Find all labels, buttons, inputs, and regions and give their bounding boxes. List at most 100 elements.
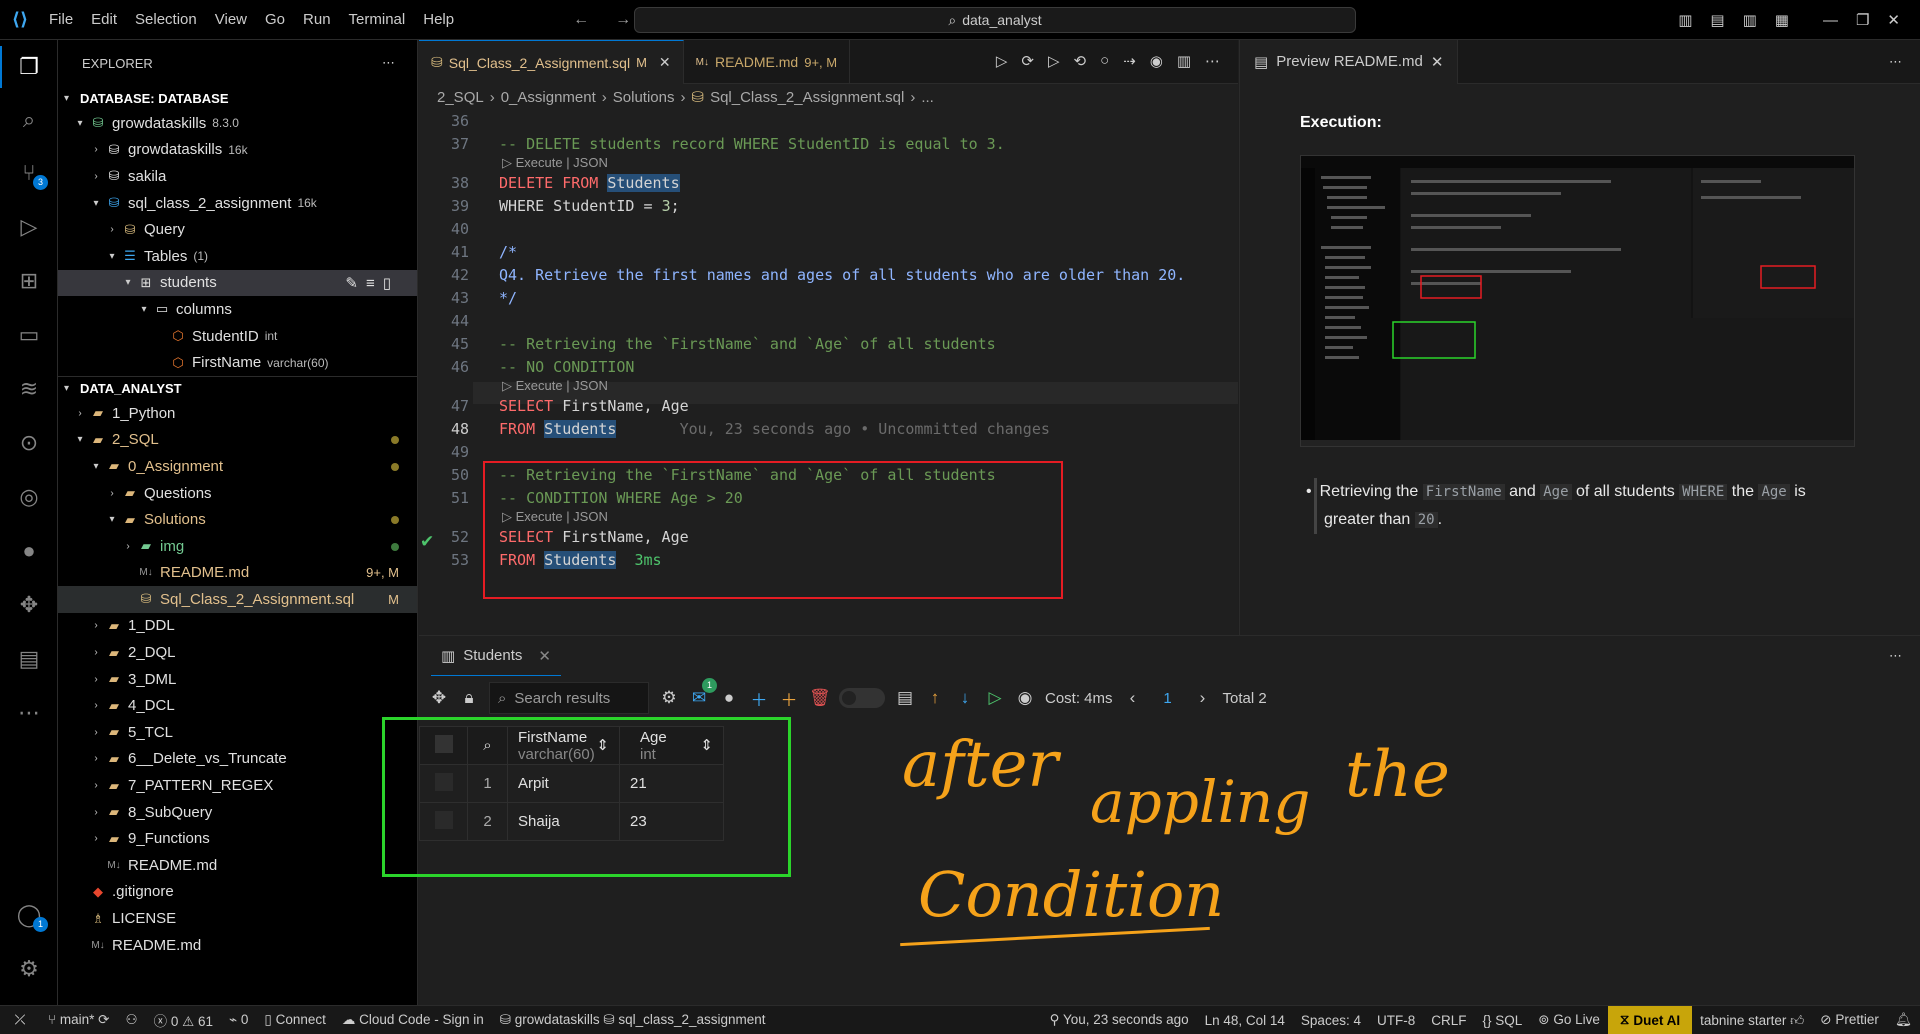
back-arrow-icon[interactable]: ← bbox=[573, 11, 589, 29]
tree-item-file-active[interactable]: ⛁ Sql_Class_2_Assignment.sql M bbox=[58, 586, 417, 613]
search-icon[interactable]: ⌕ bbox=[14, 105, 44, 135]
tree-item-tables[interactable]: ▾ ☰ Tables (1) bbox=[58, 243, 417, 270]
more-actions-icon[interactable]: ⋯ bbox=[1889, 648, 1902, 664]
copilot-icon[interactable]: ◉ bbox=[1150, 52, 1163, 70]
settings-gear-icon[interactable]: ⚙ bbox=[659, 688, 679, 708]
tab-students-results[interactable]: ▥ Students ✕ bbox=[431, 636, 561, 676]
tree-item-folder[interactable]: ▾ ▰ Solutions bbox=[58, 506, 417, 533]
step-icon[interactable]: ○ bbox=[1100, 52, 1109, 70]
minimize-icon[interactable]: — bbox=[1823, 12, 1838, 29]
database-icon[interactable]: ≋ bbox=[14, 374, 44, 404]
menu-edit[interactable]: Edit bbox=[82, 11, 126, 28]
toggle-sidebar-icon[interactable]: ▥ bbox=[1678, 11, 1692, 29]
run-query-icon[interactable]: ▷ bbox=[996, 52, 1008, 70]
source-control-icon[interactable]: ⑂ 3 bbox=[14, 158, 48, 190]
tree-item-database[interactable]: › ⛁ growdataskills 16k bbox=[58, 137, 417, 164]
tree-item-folder[interactable]: ▾ ▰ 0_Assignment bbox=[58, 453, 417, 480]
move-icon[interactable]: ✥ bbox=[429, 688, 449, 708]
edit-pencil-icon[interactable]: ✎ bbox=[345, 275, 366, 292]
menu-file[interactable]: File bbox=[40, 11, 82, 28]
lock-icon[interactable]: 🔒︎ bbox=[459, 688, 479, 708]
db-connection[interactable]: ⛁ growdataskills ⛁ sql_class_2_assignmen… bbox=[492, 1012, 774, 1028]
breadcrumb-item[interactable]: 2_SQL bbox=[437, 89, 484, 106]
tree-item-file[interactable]: ◆ .gitignore bbox=[58, 879, 417, 906]
menu-terminal[interactable]: Terminal bbox=[340, 11, 415, 28]
indentation[interactable]: Spaces: 4 bbox=[1293, 1013, 1369, 1028]
arrow-down-icon[interactable]: ↓ bbox=[955, 688, 975, 708]
breadcrumb-item[interactable]: 0_Assignment bbox=[501, 89, 596, 106]
toggle-secondary-sidebar-icon[interactable]: ▥ bbox=[1743, 11, 1757, 29]
problems[interactable]: ⓧ 0 ⚠ 61 bbox=[146, 1010, 221, 1030]
new-file-icon[interactable]: ▯ bbox=[383, 275, 399, 292]
prettier[interactable]: ⊘ Prettier bbox=[1812, 1012, 1887, 1028]
go-live[interactable]: ⊚ Go Live bbox=[1530, 1012, 1608, 1028]
tree-item-column[interactable]: ⬡ StudentID int bbox=[58, 323, 417, 350]
add-icon[interactable]: ＋ bbox=[779, 686, 799, 711]
arrow-up-icon[interactable]: ↑ bbox=[925, 688, 945, 708]
tree-item-database[interactable]: › ⛁ sakila bbox=[58, 163, 417, 190]
tree-item-column[interactable]: ⬡ FirstName varchar(60) bbox=[58, 349, 417, 376]
explorer-icon[interactable]: ❐ bbox=[14, 52, 44, 82]
tree-item-database[interactable]: ▾ ⛁ sql_class_2_assignment 16k bbox=[58, 190, 417, 217]
menu-go[interactable]: Go bbox=[256, 11, 294, 28]
cursor-position[interactable]: Ln 48, Col 14 bbox=[1197, 1013, 1293, 1028]
language-mode[interactable]: {} SQL bbox=[1474, 1013, 1530, 1028]
codelens-execute[interactable]: ▷ Execute | JSON bbox=[502, 378, 608, 394]
dependencies-icon[interactable]: ✥ bbox=[14, 590, 44, 620]
github-icon[interactable]: ● bbox=[719, 688, 739, 708]
database-section-header[interactable]: ▾ DATABASE: DATABASE bbox=[58, 86, 417, 110]
toggle-panel-icon[interactable]: ▤ bbox=[1710, 11, 1724, 29]
more-views-icon[interactable]: ⋯ bbox=[14, 698, 44, 728]
branch[interactable]: ⑂ main* ⟳ bbox=[40, 1012, 117, 1028]
docker-icon[interactable]: ◎ bbox=[14, 482, 44, 512]
git-graph-icon[interactable]: ⊙ bbox=[14, 428, 44, 458]
more-actions-icon[interactable]: ⋯ bbox=[382, 55, 395, 71]
next-change-icon[interactable]: ⇢ bbox=[1123, 52, 1136, 70]
page-number[interactable]: 1 bbox=[1153, 690, 1183, 707]
breadcrumb-item[interactable]: Solutions bbox=[613, 89, 675, 106]
extensions-icon[interactable]: ⊞ bbox=[14, 266, 44, 296]
duet-ai[interactable]: ⧖ Duet AI bbox=[1607, 1005, 1693, 1034]
codelens-execute[interactable]: ▷ Execute | JSON bbox=[502, 155, 608, 171]
ports[interactable]: ⌁ 0 bbox=[221, 1012, 256, 1028]
menu-view[interactable]: View bbox=[206, 11, 256, 28]
eye-icon[interactable]: ◉ bbox=[1015, 688, 1035, 708]
tree-item-file[interactable]: M↓ README.md bbox=[58, 932, 417, 959]
notifications-bell-icon[interactable]: 🔔︎ bbox=[1887, 1012, 1920, 1028]
menu-run[interactable]: Run bbox=[294, 11, 340, 28]
search-results-input[interactable]: ⌕ Search results bbox=[489, 682, 649, 714]
split-editor-icon[interactable]: ▥ bbox=[1177, 52, 1191, 70]
forward-arrow-icon[interactable]: → bbox=[615, 11, 631, 29]
breadcrumb-item[interactable]: ... bbox=[921, 89, 934, 106]
delete-icon[interactable]: 🗑︎ bbox=[809, 688, 831, 708]
tree-item-folder[interactable]: › ▰ 8_SubQuery bbox=[58, 799, 417, 826]
connect[interactable]: ▯ Connect bbox=[256, 1012, 333, 1028]
add-row-icon[interactable]: ＋ bbox=[749, 686, 769, 711]
mail-icon[interactable]: ✉ 1 bbox=[689, 678, 717, 708]
chevron-left-icon[interactable]: ‹ bbox=[1123, 688, 1143, 708]
git-graph-icon[interactable]: ⚇ bbox=[117, 1012, 145, 1028]
line-ending[interactable]: CRLF bbox=[1423, 1013, 1474, 1028]
tree-item-folder[interactable]: › ▰ 5_TCL bbox=[58, 719, 417, 746]
remote-explorer-icon[interactable]: ▭ bbox=[14, 320, 44, 350]
close-window-icon[interactable]: ✕ bbox=[1887, 11, 1900, 29]
tabnine[interactable]: tabnine starter 👍︎ bbox=[1692, 1012, 1812, 1029]
customize-layout-icon[interactable]: ▦ bbox=[1775, 11, 1789, 29]
tree-item-query[interactable]: › ⛁ Query bbox=[58, 216, 417, 243]
run-all-icon[interactable]: ⟳ bbox=[1021, 52, 1034, 70]
tree-item-folder[interactable]: › ▰ 6__Delete_vs_Truncate bbox=[58, 746, 417, 773]
encoding[interactable]: UTF-8 bbox=[1369, 1013, 1423, 1028]
more-actions-icon[interactable]: ⋯ bbox=[1889, 54, 1902, 70]
tree-item-folder[interactable]: › ▰ 7_PATTERN_REGEX bbox=[58, 772, 417, 799]
chat-icon[interactable]: ▤ bbox=[14, 644, 44, 674]
run-icon[interactable]: ▷ bbox=[985, 688, 1005, 708]
remote-icon[interactable]: ⤫ bbox=[0, 1005, 40, 1034]
comment-icon[interactable]: ▤ bbox=[895, 688, 915, 708]
run-icon[interactable]: ▷ bbox=[1048, 52, 1060, 70]
tree-item-file[interactable]: M↓ README.md bbox=[58, 852, 417, 879]
tree-item-folder[interactable]: › ▰ 1_Python bbox=[58, 400, 417, 427]
menu-help[interactable]: Help bbox=[414, 11, 463, 28]
tree-item-file[interactable]: M↓ README.md 9+, M bbox=[58, 560, 417, 587]
cloud-code[interactable]: ☁ Cloud Code - Sign in bbox=[334, 1012, 492, 1028]
menu-selection[interactable]: Selection bbox=[126, 11, 206, 28]
